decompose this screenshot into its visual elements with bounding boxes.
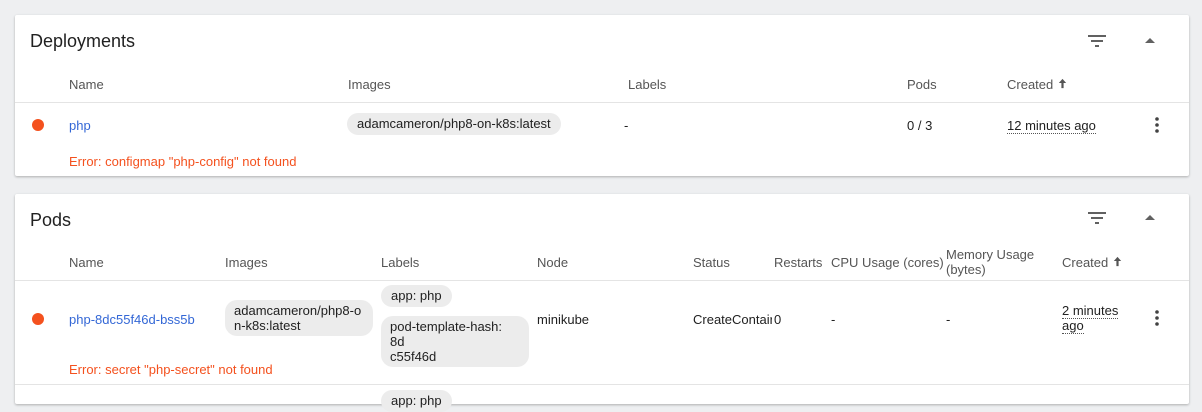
header-status: Status — [693, 255, 730, 270]
created-line2: ago — [1062, 318, 1084, 334]
row-divider — [15, 384, 1189, 385]
header-cpu: CPU Usage (cores) — [831, 255, 944, 270]
deployments-card: Deployments Name Images Labels Pods Crea… — [15, 15, 1189, 176]
header-divider — [15, 280, 1189, 281]
more-vert-icon[interactable] — [1145, 306, 1169, 330]
header-created-label: Created — [1062, 255, 1109, 270]
header-memory-line1: Memory Usage — [946, 247, 1035, 262]
error-message: Error: secret "php-secret" not found — [69, 362, 273, 377]
restarts-value: 0 — [774, 312, 782, 327]
node-value: minikube — [537, 312, 590, 327]
status-error-dot — [32, 313, 44, 325]
arrow-up-icon — [1057, 77, 1068, 92]
status-error-dot — [32, 119, 44, 131]
collapse-icon[interactable] — [1138, 29, 1162, 53]
image-chip-line2: n-k8s:latest — [234, 318, 301, 333]
header-memory: Memory Usage (bytes) — [946, 247, 1034, 277]
label-chip-app: app: php — [381, 285, 452, 307]
header-restarts: Restarts — [774, 255, 823, 270]
image-chip: adamcameron/php8-on-k8s:latest — [347, 113, 561, 135]
header-memory-line2: (bytes) — [946, 262, 986, 277]
image-chip-line1: adamcameron/php8-o — [234, 303, 362, 318]
header-images: Images — [348, 77, 391, 92]
pod-name-link[interactable]: php-8dc55f46d-bss5b — [69, 312, 195, 327]
status-value: CreateContair — [693, 312, 772, 327]
header-pods: Pods — [907, 77, 937, 92]
label-chip-pod-template-hash: pod-template-hash: 8d c55f46d — [381, 316, 529, 367]
header-created-label: Created — [1007, 77, 1054, 92]
label-chip-line2: c55f46d — [390, 349, 437, 364]
image-chip: adamcameron/php8-o n-k8s:latest — [225, 300, 373, 336]
label-chip-line1: pod-template-hash: 8d — [390, 319, 503, 349]
header-images: Images — [225, 255, 268, 270]
header-created[interactable]: Created — [1007, 77, 1068, 92]
filter-icon[interactable] — [1085, 29, 1109, 53]
created-value: 12 minutes ago — [1007, 118, 1096, 134]
labels-value: - — [624, 118, 629, 133]
header-name[interactable]: Name — [69, 77, 104, 92]
more-vert-icon[interactable] — [1145, 113, 1169, 137]
header-created[interactable]: Created — [1062, 255, 1123, 270]
created-value: 2 minutes ago — [1062, 303, 1119, 334]
header-labels: Labels — [381, 255, 420, 270]
header-labels: Labels — [628, 77, 667, 92]
created-line1: 2 minutes — [1062, 303, 1119, 319]
pods-title: Pods — [30, 210, 72, 230]
deployment-name-link[interactable]: php — [69, 118, 91, 133]
pods-card: Pods Name Images Labels Node Status Rest… — [15, 194, 1189, 412]
collapse-icon[interactable] — [1138, 206, 1162, 230]
error-message: Error: configmap "php-config" not found — [69, 154, 297, 169]
deployments-title: Deployments — [30, 31, 136, 51]
header-divider — [15, 102, 1189, 103]
arrow-up-icon — [1112, 255, 1123, 270]
label-chip-app-partial: app: php — [381, 390, 452, 412]
header-node: Node — [537, 255, 569, 270]
pods-value: 0 / 3 — [907, 118, 933, 133]
created-time: 12 minutes ago — [1007, 118, 1096, 134]
memory-value: - — [946, 312, 951, 327]
filter-icon[interactable] — [1085, 206, 1109, 230]
header-name[interactable]: Name — [69, 255, 104, 270]
cpu-value: - — [831, 312, 836, 327]
